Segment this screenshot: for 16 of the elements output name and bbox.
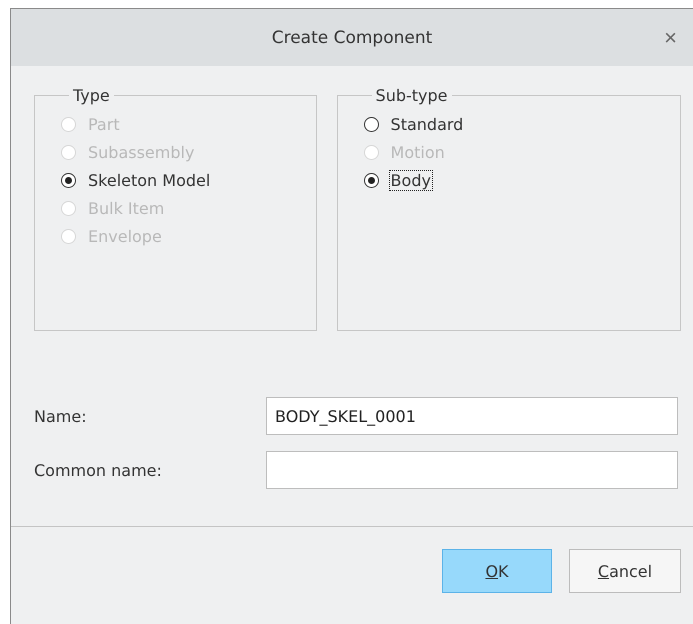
input-field[interactable] bbox=[266, 451, 678, 489]
group-title: Type bbox=[72, 86, 111, 105]
input-field[interactable]: BODY_SKEL_0001 bbox=[266, 397, 678, 435]
radio-option[interactable]: Standard bbox=[364, 111, 680, 137]
group-title: Sub-type bbox=[374, 86, 449, 105]
radio-button[interactable] bbox=[61, 172, 76, 188]
field-label: Common name: bbox=[34, 460, 163, 480]
window-title: Create Component bbox=[272, 28, 432, 48]
radio-option[interactable]: Skeleton Model bbox=[61, 167, 316, 193]
cancel-button[interactable]: Cancel bbox=[569, 549, 681, 593]
radio-button[interactable] bbox=[364, 116, 379, 132]
radio-button[interactable] bbox=[364, 172, 379, 188]
radio-option[interactable]: Body bbox=[364, 167, 680, 193]
field-label: Name: bbox=[34, 406, 88, 426]
close-button[interactable]: × bbox=[660, 25, 681, 51]
ok-button[interactable]: OK bbox=[442, 549, 552, 593]
